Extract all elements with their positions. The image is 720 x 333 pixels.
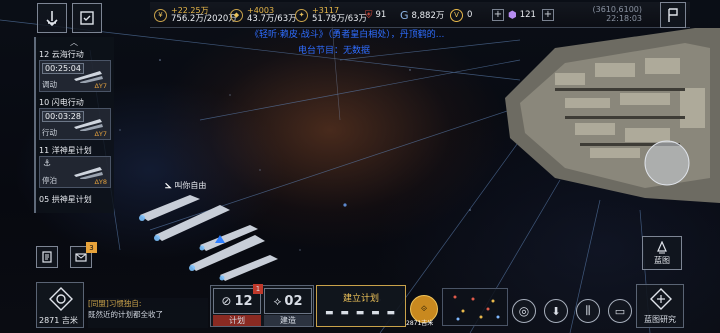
crystal-icon: ✦ <box>295 8 308 22</box>
spiral-icon: ◎ <box>518 304 530 318</box>
plan-build-panel: ⊘ 12 1 计划 ⟡ 02 建造 <box>210 284 314 327</box>
crew-icon: ⫼ <box>585 304 591 317</box>
rocket-icon <box>657 240 667 253</box>
mini-map[interactable] <box>442 288 508 326</box>
map-marker-button[interactable] <box>660 2 686 28</box>
checklist-icon <box>80 11 94 25</box>
plan-icon: ⊘ <box>221 294 232 308</box>
plus-icon: + <box>542 9 554 21</box>
resource-credits[interactable]: ¥ +22.25万 756.2万/2020万 <box>154 5 237 25</box>
document-icon <box>42 251 52 263</box>
resource-tokens[interactable]: V 0 <box>450 5 472 25</box>
navigation-button[interactable]: 2871 吉米 <box>36 282 84 328</box>
storage-button[interactable]: ▭ <box>608 299 632 323</box>
ship-icon <box>74 71 103 83</box>
folder-icon: ▭ <box>614 304 626 318</box>
resource-energy[interactable]: ⛨ 91 <box>365 5 386 25</box>
crew-button[interactable]: ⫼ <box>576 299 600 323</box>
position-readout: (3610,6100) 22:18:03 <box>592 5 642 23</box>
galaxy-button[interactable]: ◎ <box>512 299 536 323</box>
notes-button[interactable] <box>36 246 58 268</box>
blueprint-research-button[interactable]: 蓝图研究 <box>636 284 684 328</box>
mail-badge: 3 <box>86 242 97 253</box>
broadcast-line-1: 《轻听·赖皮·战斗》（勇者皇白相处），丹顶鹤的... <box>250 30 445 40</box>
blueprint-button[interactable]: 蓝图 <box>642 236 682 270</box>
download-button[interactable]: ⬇ <box>544 299 568 323</box>
fleet-tag[interactable]: ⦣ 叫你自由 <box>165 178 206 192</box>
metal-icon: ◆ <box>230 8 243 22</box>
dock-icon: ⚓ <box>43 159 52 169</box>
resource-bar: ¥ +22.25万 756.2万/2020万 ◆ +4003 43.7万/63万 ✦… <box>150 2 690 28</box>
resource-premium[interactable]: ⬢ 121 <box>508 5 536 25</box>
tab-plan[interactable]: 计划 <box>213 315 261 326</box>
build-plan-button[interactable]: 建立计划 ▬ ▬ ▬ ▬ ▬ <box>316 285 406 327</box>
plan-slots-icon: ▬ ▬ ▬ ▬ ▬ <box>325 308 397 318</box>
fleet-chevron-icon: ⦣ <box>165 178 172 191</box>
plus-icon: + <box>492 9 504 21</box>
flag-icon <box>668 8 678 22</box>
waypoint-icon <box>49 287 73 311</box>
build-count[interactable]: ⟡ 02 <box>264 288 312 314</box>
blueprint-research-icon <box>650 288 672 310</box>
fleet-list: ︿ 12 云海行动 00:25:04 调动 ΔΥ7 10 闪电行动 00:03:… <box>34 37 114 213</box>
fleet-name: 叫你自由 <box>174 180 207 190</box>
tab-build[interactable]: 建造 <box>264 315 312 326</box>
fleet-entry[interactable]: 05 拱神星计划 <box>36 193 114 205</box>
energy-icon: ⛨ <box>365 9 373 21</box>
download-icon: ⬇ <box>551 304 561 318</box>
resource-gems[interactable]: G 8,882万 <box>400 5 444 25</box>
broadcast-line-2: 电台节目：无数据 <box>298 46 371 56</box>
minimap-graphic <box>453 295 500 321</box>
waypoint-mini-icon: ⟐ <box>420 304 428 313</box>
fleet-menu-button[interactable] <box>37 3 67 33</box>
resource-metal[interactable]: ◆ +4003 43.7万/63万 <box>230 5 297 25</box>
add-premium-button[interactable]: + <box>542 5 554 25</box>
fleet-entry[interactable]: 10 闪电行动 00:03:28 行动 ΔΥ7 <box>36 96 114 140</box>
ship-icon <box>74 167 103 179</box>
resource-crystal[interactable]: ✦ +3117 51.78万/63万 <box>295 5 367 25</box>
collapse-chevron-icon[interactable]: ︿ <box>34 37 114 48</box>
token-icon: V <box>450 8 463 22</box>
mini-distance: 2871吉米 <box>406 320 434 327</box>
ship-icon <box>74 119 103 131</box>
distance-readout: 2871 吉米 <box>39 316 78 325</box>
plan-badge: 1 <box>253 284 263 294</box>
space-station[interactable] <box>495 28 720 208</box>
credits-icon: ¥ <box>154 8 167 22</box>
fleet-entry[interactable]: 12 云海行动 00:25:04 调动 ΔΥ7 <box>36 48 114 92</box>
tasks-button[interactable] <box>72 3 102 33</box>
fleet-entry[interactable]: 11 洋神星计划 ⚓ 停泊 ΔΥ8 <box>36 144 114 188</box>
build-icon: ⟡ <box>273 293 282 308</box>
chat-panel[interactable]: [同盟]习惯独自: 既然近的计划都全收了 <box>88 298 208 328</box>
premium-icon: ⬢ <box>508 9 517 21</box>
add-resource-button[interactable]: + <box>492 5 504 25</box>
anchor-icon <box>46 11 58 26</box>
gems-icon: G <box>400 8 409 22</box>
